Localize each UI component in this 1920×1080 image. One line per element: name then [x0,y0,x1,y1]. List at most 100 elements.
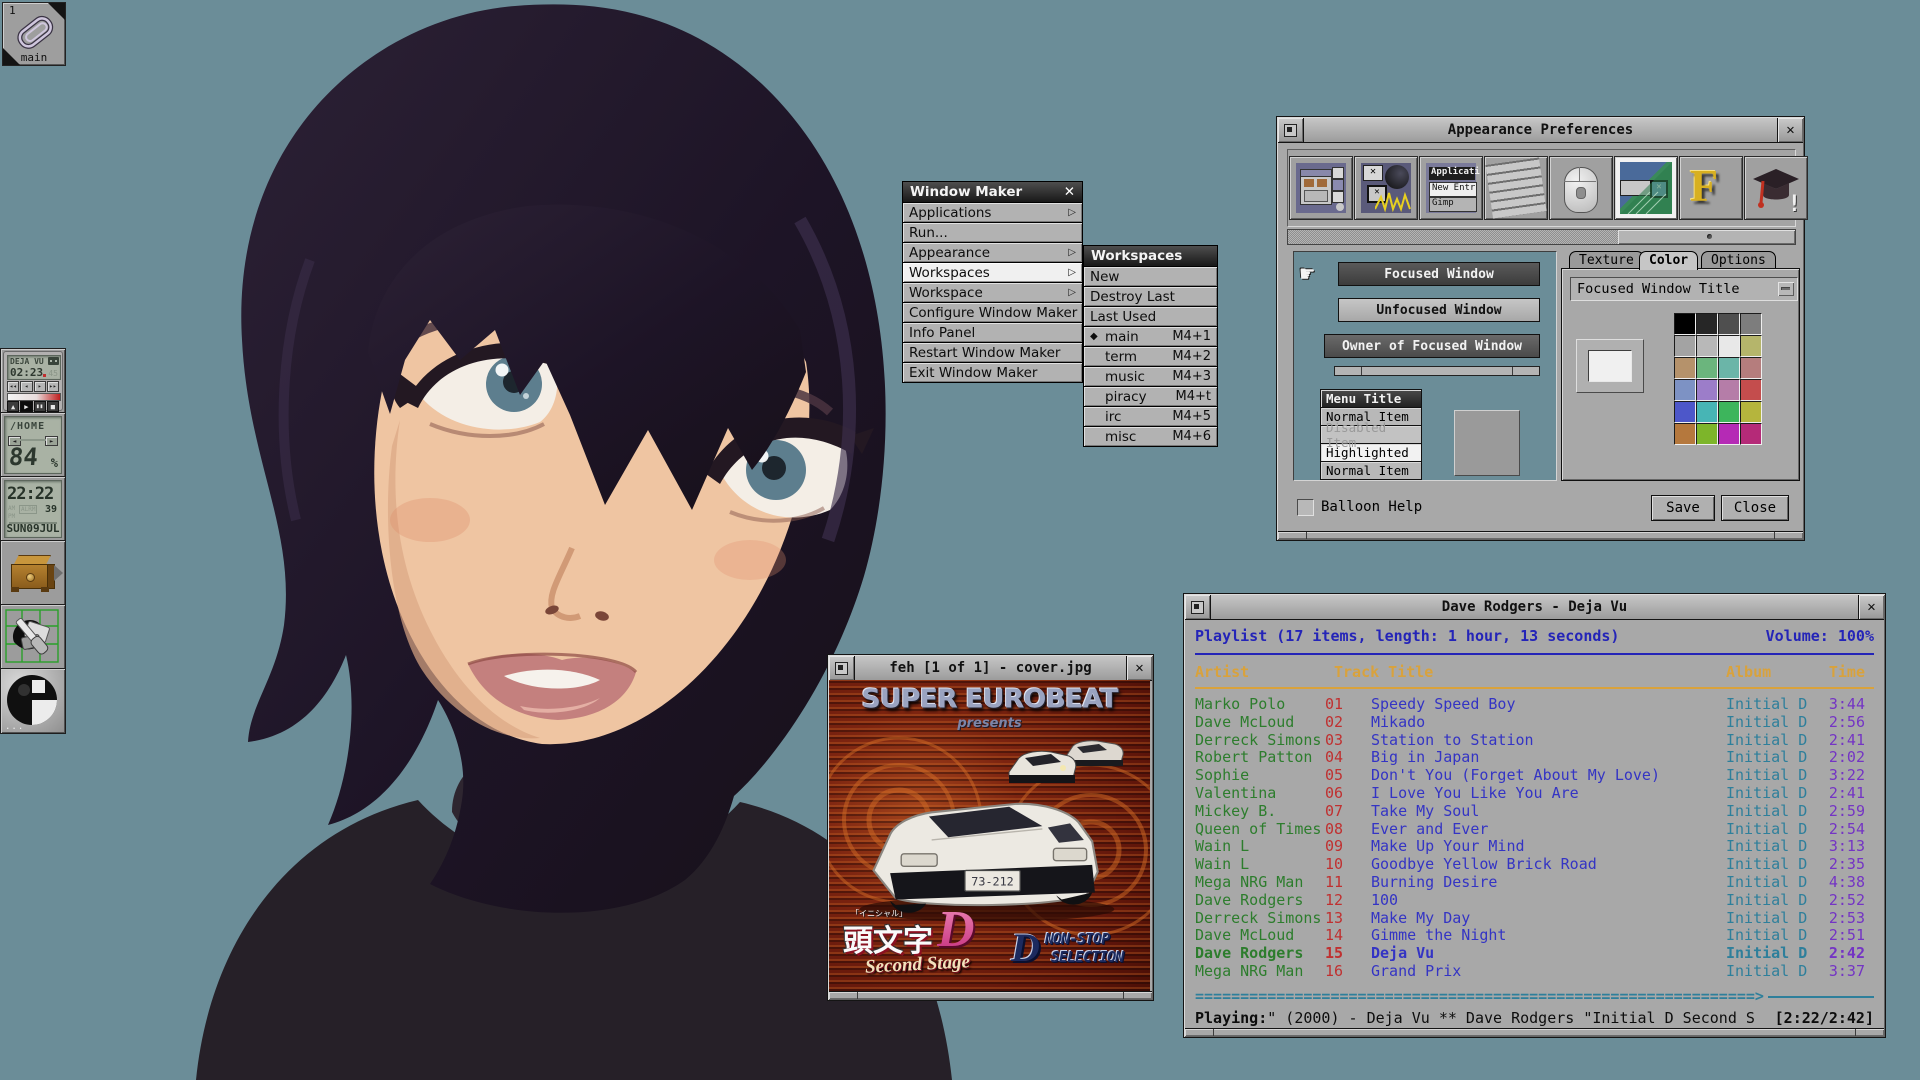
dockapp-sphere[interactable]: ... [0,668,66,734]
dockapp-config-tool[interactable] [0,604,66,670]
playlist-track-row-15[interactable]: Dave Rodgers15Deja VuInitial D2:42 [1185,944,1884,962]
player-forward-button[interactable]: ▸ [34,381,46,392]
playlist-volume[interactable]: Volume: 100% [1766,627,1874,645]
preview-menu-normal-item2[interactable]: Normal Item [1320,461,1422,480]
feh-titlebar[interactable]: feh [1 of 1] - cover.jpg ✕ [829,656,1152,681]
palette-color-b57d7d[interactable] [1740,357,1762,379]
palette-color-6bb5a8[interactable] [1718,357,1740,379]
playlist-track-row-11[interactable]: Mega NRG Man11Burning DesireInitial D4:3… [1185,873,1884,891]
preview-unfocused-titlebar[interactable]: Unfocused Window [1338,298,1540,322]
preview-menu-disabled-item[interactable]: Disabled Item [1320,425,1422,444]
save-button[interactable]: Save [1651,495,1715,521]
menu-item-exit-window-maker[interactable]: Exit Window Maker [902,362,1083,383]
texture-target-dropdown[interactable]: Focused Window Title [1570,277,1798,301]
workspace-item-irc[interactable]: ircM4+5 [1083,406,1218,427]
workspace-item-term[interactable]: termM4+2 [1083,346,1218,367]
player-prev-button[interactable]: ◂◂ [7,381,19,392]
root-menu-close-icon[interactable]: ✕ [1064,184,1075,200]
playlist-track-row-14[interactable]: Dave McLoud14Gimme the NightInitial D2:5… [1185,926,1884,944]
player-pause-button[interactable]: ▮▮ [34,401,46,412]
palette-color-47b5b5[interactable] [1696,401,1718,423]
workspace-item-music[interactable]: musicM4+3 [1083,366,1218,387]
workspaces-menu-titlebar[interactable]: Workspaces [1083,245,1218,267]
playlist-track-row-05[interactable]: Sophie05Don't You (Forget About My Love)… [1185,766,1884,784]
player-progress-bar[interactable] [7,393,61,401]
feh-miniaturize-button[interactable] [829,656,855,680]
menu-item-new[interactable]: New [1083,266,1218,287]
dockapp-drawer[interactable] [0,540,66,606]
palette-color-b5b56b[interactable] [1740,335,1762,357]
palette-color-7db52a[interactable] [1696,423,1718,445]
palette-color-b5783d[interactable] [1674,423,1696,445]
playlist-track-row-09[interactable]: Wain L09Make Up Your MindInitial D3:13 [1185,837,1884,855]
menu-item-restart-window-maker[interactable]: Restart Window Maker [902,342,1083,363]
playlist-miniaturize-button[interactable] [1185,595,1211,619]
balloon-help-checkbox[interactable] [1297,499,1314,516]
icon-strip-scrollbar-thumb[interactable] [1618,230,1795,244]
icon-strip-scrollbar[interactable] [1287,229,1796,245]
playlist-track-row-08[interactable]: Queen of Times08Ever and EverInitial D2:… [1185,820,1884,838]
column-album[interactable]: Album [1726,663,1771,681]
close-button[interactable]: ✕ [1777,118,1803,142]
column-title[interactable]: Track Title [1334,663,1433,681]
workspace-item-piracy[interactable]: piracyM4+t [1083,386,1218,407]
playlist-track-row-03[interactable]: Derreck Simons03Station to StationInitia… [1185,731,1884,749]
playlist-track-row-06[interactable]: Valentina06I Love You Like You AreInitia… [1185,784,1884,802]
preview-menu-title[interactable]: Menu Title [1320,389,1422,408]
playlist-track-row-10[interactable]: Wain L10Goodbye Yellow Brick RoadInitial… [1185,855,1884,873]
palette-color-3db55c[interactable] [1718,401,1740,423]
dockapp-music-player[interactable]: DEJA VU 02:23 45 ◂◂ ◂ ▸ ▸▸ ▲ ▶ ▮▮ ■ [0,348,66,414]
workspace-clip[interactable]: 1 main [2,2,66,66]
palette-color-b52a78[interactable] [1740,423,1762,445]
preview-owner-titlebar[interactable]: Owner of Focused Window [1324,334,1540,358]
palette-color-262626[interactable] [1696,313,1718,335]
playlist-track-row-16[interactable]: Mega NRG Man16Grand PrixInitial D3:37 [1185,962,1884,980]
dockapp-clock[interactable]: 22:22 AM ALRM PM 39 SUN09JUL [0,476,66,542]
palette-color-b57da8[interactable] [1718,379,1740,401]
playlist-resizebar[interactable] [1185,1028,1884,1036]
menu-item-workspace[interactable]: Workspace▷ [902,282,1083,303]
tab-color[interactable]: Color [1639,251,1698,270]
dropdown-button-icon[interactable] [1778,282,1794,296]
column-time[interactable]: Time [1813,663,1865,681]
menu-item-applications[interactable]: Applications▷ [902,202,1083,223]
current-color-well[interactable] [1576,339,1644,393]
playlist-track-row-13[interactable]: Derreck Simons13Make My DayInitial D2:53 [1185,909,1884,927]
menu-item-destroy-last[interactable]: Destroy Last [1083,286,1218,307]
player-stop-button[interactable]: ■ [47,401,59,412]
miniaturize-button[interactable] [1278,118,1304,142]
column-artist[interactable]: Artist [1195,663,1249,681]
playlist-close-button[interactable]: ✕ [1858,595,1884,619]
palette-color-000000[interactable] [1674,313,1696,335]
font-icon[interactable]: F [1679,156,1743,220]
preview-focused-titlebar[interactable]: Focused Window [1338,262,1540,286]
appearance-icon[interactable]: ✕ [1614,156,1678,220]
palette-color-6bb57d[interactable] [1696,357,1718,379]
appearance-titlebar[interactable]: Appearance Preferences ✕ [1278,118,1803,143]
preview-menu-highlighted-item[interactable]: Highlighted [1320,443,1422,462]
menu-item-workspaces[interactable]: Workspaces▷ [902,262,1083,283]
palette-color-7d7d7d[interactable] [1740,313,1762,335]
menu-item-configure-window-maker[interactable]: Configure Window Maker [902,302,1083,323]
keyboard-icon[interactable] [1484,156,1548,220]
menu-item-run[interactable]: Run... [902,222,1083,243]
playlist-track-row-12[interactable]: Dave Rodgers12100Initial D2:52 [1185,891,1884,909]
palette-color-c44d4d[interactable] [1740,379,1762,401]
player-next-button[interactable]: ▸▸ [47,381,59,392]
playlist-track-row-07[interactable]: Mickey B.07Take My SoulInitial D2:59 [1185,802,1884,820]
feh-close-button[interactable]: ✕ [1126,656,1152,680]
palette-color-a3a3a3[interactable] [1674,335,1696,357]
playlist-track-row-02[interactable]: Dave McLoud02MikadoInitial D2:56 [1185,713,1884,731]
menu-preferences-icon[interactable]: Applicati New Entr Gimp [1419,156,1483,220]
close-button-bottom[interactable]: Close [1721,495,1789,521]
appearance-resizebar[interactable] [1278,531,1803,539]
expert-icon[interactable]: ! [1744,156,1808,220]
palette-color-7d92c4[interactable] [1674,379,1696,401]
menu-item-appearance[interactable]: Appearance▷ [902,242,1083,263]
playback-progress-row[interactable]: ========================================… [1195,987,1874,1005]
player-play-button[interactable]: ▶ [20,401,32,412]
palette-color-e8e8e8[interactable] [1718,335,1740,357]
preview-icon-swatch[interactable] [1454,410,1520,476]
drawer-expand-arrow-icon[interactable] [54,565,63,581]
window-handling-icon[interactable]: ✕ ✕ [1354,156,1418,220]
